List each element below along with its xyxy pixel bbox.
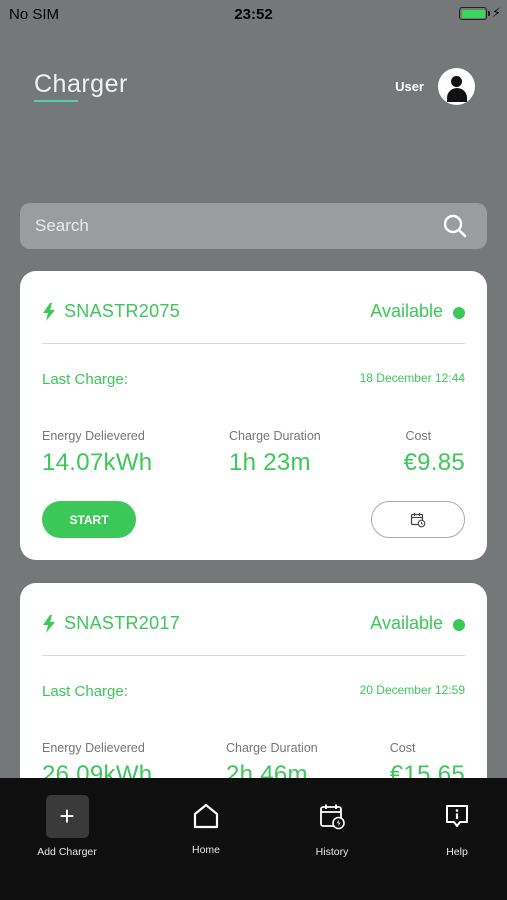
tab-label: Add Charger (37, 846, 97, 858)
energy-label: Energy Delievered (42, 429, 145, 443)
battery-icon (459, 7, 490, 20)
status-bar: No SIM 23:52 ⚡ (0, 0, 507, 28)
duration-metric: Charge Duration 1h 23m (229, 429, 321, 477)
schedule-button[interactable] (371, 501, 465, 538)
tab-help[interactable]: Help (407, 794, 507, 858)
duration-label: Charge Duration (229, 429, 321, 443)
last-charge-date: 18 December 12:44 (359, 371, 465, 385)
energy-label: Energy Delievered (42, 741, 145, 755)
duration-value: 1h 23m (229, 449, 311, 476)
user-profile[interactable]: User (395, 68, 475, 105)
tab-label: History (315, 846, 349, 858)
last-charge-label: Last Charge: (42, 683, 128, 700)
status-dot (453, 307, 465, 319)
bottom-tab-bar: + Add Charger Home History Help (0, 778, 507, 900)
cost-metric: Cost €9.85 (403, 429, 465, 477)
app-name: Charger (34, 70, 128, 98)
charger-header: SNASTR2017 Available (42, 613, 465, 635)
status-dot (453, 619, 465, 631)
charger-id: SNASTR2075 (64, 301, 181, 321)
start-button[interactable]: START (42, 501, 136, 538)
tab-home[interactable]: Home (156, 794, 256, 856)
app-logo: Charger (34, 70, 128, 102)
search-icon[interactable] (435, 206, 475, 246)
charger-header: SNASTR2075 Available (42, 301, 465, 323)
cost-label: Cost (389, 741, 416, 755)
energy-value: 14.07kWh (42, 449, 153, 476)
bolt-icon (43, 303, 55, 321)
avatar-icon[interactable] (438, 68, 475, 105)
charger-status: Available (370, 613, 443, 633)
divider (42, 655, 465, 656)
energy-metric: Energy Delievered 14.07kWh (42, 429, 152, 477)
clock: 23:52 (234, 6, 273, 23)
help-info-icon (446, 805, 468, 827)
charger-id: SNASTR2017 (64, 613, 181, 633)
charger-card[interactable]: SNASTR2075 Available Last Charge: 18 Dec… (20, 271, 487, 560)
plus-icon: + (45, 794, 89, 838)
divider (42, 343, 465, 344)
history-calendar-icon (320, 804, 345, 830)
tab-label: Help (446, 846, 468, 858)
home-icon (193, 803, 219, 829)
cost-value: €9.85 (403, 449, 465, 476)
search-bar (20, 203, 487, 249)
duration-label: Charge Duration (226, 741, 318, 755)
charging-bolt-icon: ⚡ (491, 5, 501, 20)
search-input[interactable] (20, 216, 435, 236)
bolt-icon (43, 615, 55, 633)
calendar-clock-icon (410, 512, 426, 527)
user-label: User (395, 79, 424, 94)
tab-add-charger[interactable]: + Add Charger (17, 794, 117, 858)
last-charge-label: Last Charge: (42, 371, 128, 388)
tab-history[interactable]: History (282, 794, 382, 858)
last-charge-date: 20 December 12:59 (359, 683, 465, 697)
logo-underline (34, 100, 78, 102)
tab-label: Home (191, 844, 220, 856)
charger-status: Available (370, 301, 443, 321)
cost-label: Cost (405, 429, 432, 443)
